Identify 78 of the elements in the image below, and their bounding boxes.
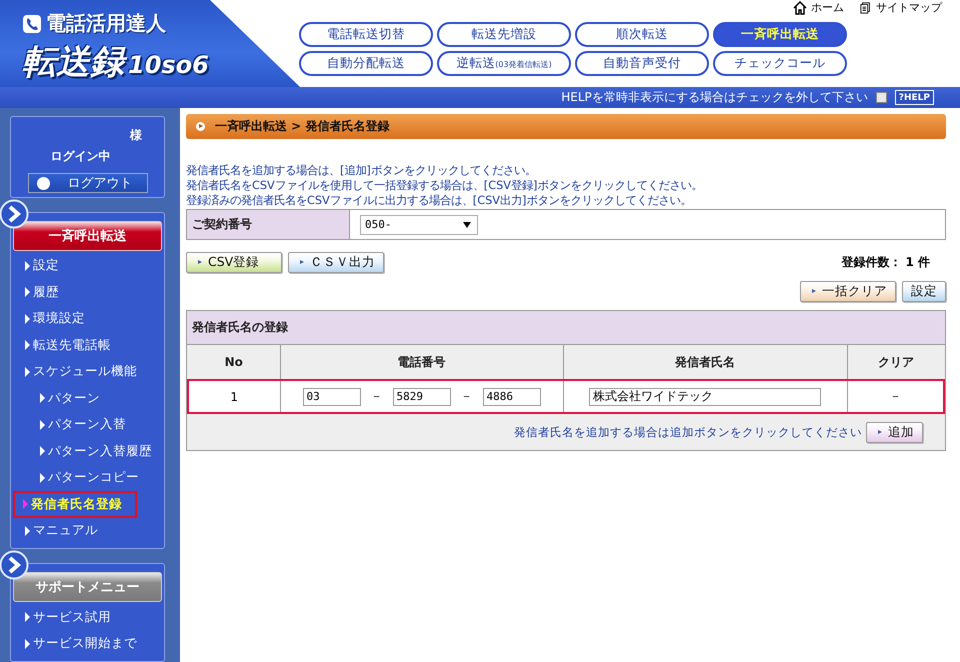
caller-name-field[interactable]: 株式会社ワイドテック bbox=[589, 388, 821, 406]
menu-item[interactable]: パターン入替履歴 bbox=[13, 438, 162, 464]
table-cell: 1 bbox=[230, 390, 238, 404]
header-link[interactable]: サイトマップ bbox=[876, 1, 942, 15]
phone-field[interactable]: 5829 bbox=[392, 388, 450, 406]
login-status: ログイン中 bbox=[50, 148, 110, 165]
menu-header[interactable]: サポートメニュー bbox=[13, 572, 162, 602]
add-hint: 発信者氏名を追加する場合は追加ボタンをクリックしてください bbox=[514, 424, 862, 440]
column-header: 電話番号 bbox=[280, 345, 563, 380]
triangle-icon bbox=[25, 526, 30, 536]
logo-subtitle: 電話活用達人 bbox=[46, 10, 166, 37]
nav-tab[interactable]: 自動分配転送 bbox=[299, 51, 433, 76]
help-text: HELPを常時非表示にする場合はチェックを外して下さい bbox=[561, 89, 868, 106]
triangle-icon bbox=[25, 314, 30, 324]
menu-item[interactable]: 環境設定 bbox=[13, 306, 162, 332]
triangle-icon bbox=[25, 612, 30, 622]
triangle-icon bbox=[25, 260, 30, 271]
phone-field[interactable]: 03 bbox=[302, 388, 360, 406]
table-cell: － bbox=[889, 389, 902, 403]
menu-item[interactable]: 発信者氏名登録 bbox=[13, 491, 137, 518]
contract-select[interactable]: 050- bbox=[360, 214, 478, 234]
triangle-icon bbox=[40, 472, 45, 483]
nav-tab[interactable]: チェックコール bbox=[713, 51, 847, 76]
instruction-text: 登録済みの発信者氏名をCSVファイルに出力する場合は、[CSV出力]ボタンをクリックしてください。 bbox=[186, 193, 692, 208]
logo-version: 10so6 bbox=[128, 51, 209, 79]
csv-import-button[interactable]: CSV登録 bbox=[186, 252, 282, 273]
breadcrumb: 一斉呼出転送 > 発信者氏名登録 bbox=[215, 118, 390, 135]
help-button[interactable]: ?HELP bbox=[894, 90, 934, 105]
menu-header[interactable]: 一斉呼出転送 bbox=[13, 220, 162, 250]
menu-item[interactable]: 設定 bbox=[13, 252, 162, 279]
menu-item[interactable]: 履歴 bbox=[13, 279, 162, 306]
panel-title: 発信者氏名の登録 bbox=[187, 311, 945, 345]
nav-tab[interactable]: 順次転送 bbox=[575, 22, 709, 47]
csv-export-button[interactable]: ＣＳＶ出力 bbox=[288, 252, 384, 273]
triangle-icon bbox=[40, 420, 45, 430]
dash-separator: － bbox=[370, 388, 382, 405]
menu-item[interactable]: パターン bbox=[13, 385, 162, 412]
phone-field[interactable]: 4886 bbox=[482, 388, 540, 406]
triangle-icon bbox=[25, 287, 30, 298]
nav-tab[interactable]: 電話転送切替 bbox=[299, 22, 433, 47]
menu-item[interactable]: スケジュール機能 bbox=[13, 358, 162, 385]
help-checkbox[interactable] bbox=[876, 92, 887, 103]
arrow-bullet-icon bbox=[875, 428, 884, 436]
arrow-bullet-icon bbox=[196, 122, 205, 131]
column-header: 発信者氏名 bbox=[563, 345, 847, 380]
triangle-icon bbox=[40, 446, 45, 456]
add-button[interactable]: 追加 bbox=[866, 422, 923, 442]
menu-item[interactable]: サービス試用 bbox=[13, 604, 162, 630]
triangle-icon bbox=[23, 499, 28, 510]
menu-item[interactable]: サービス開始まで bbox=[13, 630, 162, 657]
contract-label: ご契約番号 bbox=[187, 210, 350, 239]
document-icon[interactable] bbox=[860, 1, 872, 15]
triangle-icon bbox=[25, 340, 30, 350]
nav-tab[interactable]: 転送先増設 bbox=[437, 22, 571, 47]
dash-separator: － bbox=[460, 388, 472, 405]
home-icon[interactable] bbox=[793, 1, 807, 15]
record-count: 登録件数： 1 件 bbox=[841, 254, 930, 271]
menu-item[interactable]: パターンコピー bbox=[13, 464, 162, 491]
logout-button[interactable]: ログアウト bbox=[28, 173, 148, 193]
triangle-icon bbox=[25, 366, 30, 377]
menu-item[interactable]: 転送先電話帳 bbox=[13, 332, 162, 358]
menu-item[interactable]: マニュアル bbox=[13, 518, 162, 544]
triangle-icon bbox=[25, 638, 30, 649]
phone-icon bbox=[22, 14, 42, 34]
instruction-text: 発信者氏名をCSVファイルを使用して一括登録する場合は、[CSV登録]ボタンをクリックしてください。 bbox=[186, 178, 704, 193]
instruction-text: 発信者氏名を追加する場合は、[追加]ボタンをクリックしてください。 bbox=[186, 163, 537, 178]
column-header: クリア bbox=[847, 345, 944, 380]
triangle-icon bbox=[40, 393, 45, 404]
nav-tab[interactable]: 逆転送(03発着信転送) bbox=[437, 51, 571, 76]
save-button[interactable]: 設定 bbox=[902, 281, 946, 302]
dropdown-caret-icon bbox=[463, 222, 471, 228]
user-honorific: 様 bbox=[130, 127, 142, 144]
nav-tab[interactable]: 自動音声受付 bbox=[575, 51, 709, 76]
menu-item[interactable]: パターン入替 bbox=[13, 412, 162, 438]
header-link[interactable]: ホーム bbox=[811, 1, 844, 15]
nav-tab[interactable]: 一斉呼出転送 bbox=[713, 22, 847, 47]
column-header: No bbox=[188, 345, 280, 380]
clear-all-button[interactable]: 一括クリア bbox=[800, 281, 896, 302]
